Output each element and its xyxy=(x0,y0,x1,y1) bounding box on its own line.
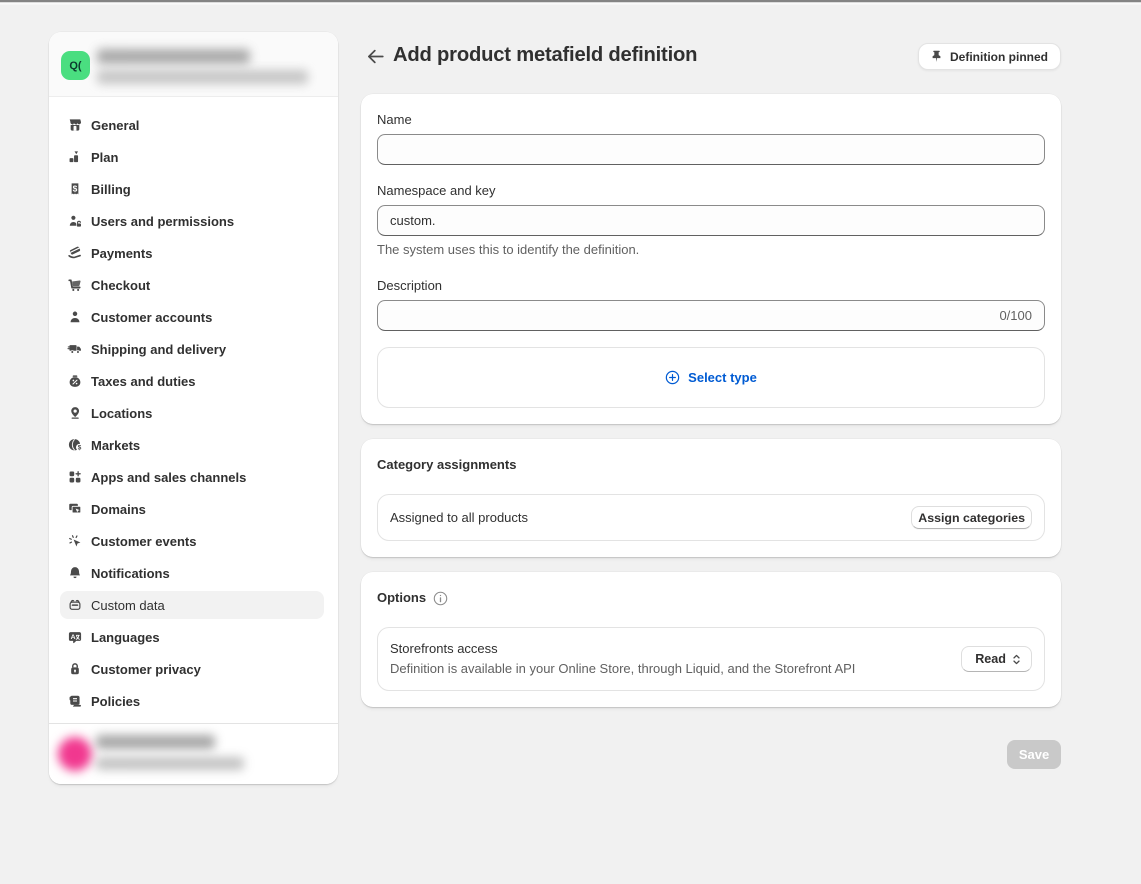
svg-text:$: $ xyxy=(78,445,82,452)
svg-text:A: A xyxy=(71,634,76,641)
svg-text:$: $ xyxy=(73,183,78,193)
